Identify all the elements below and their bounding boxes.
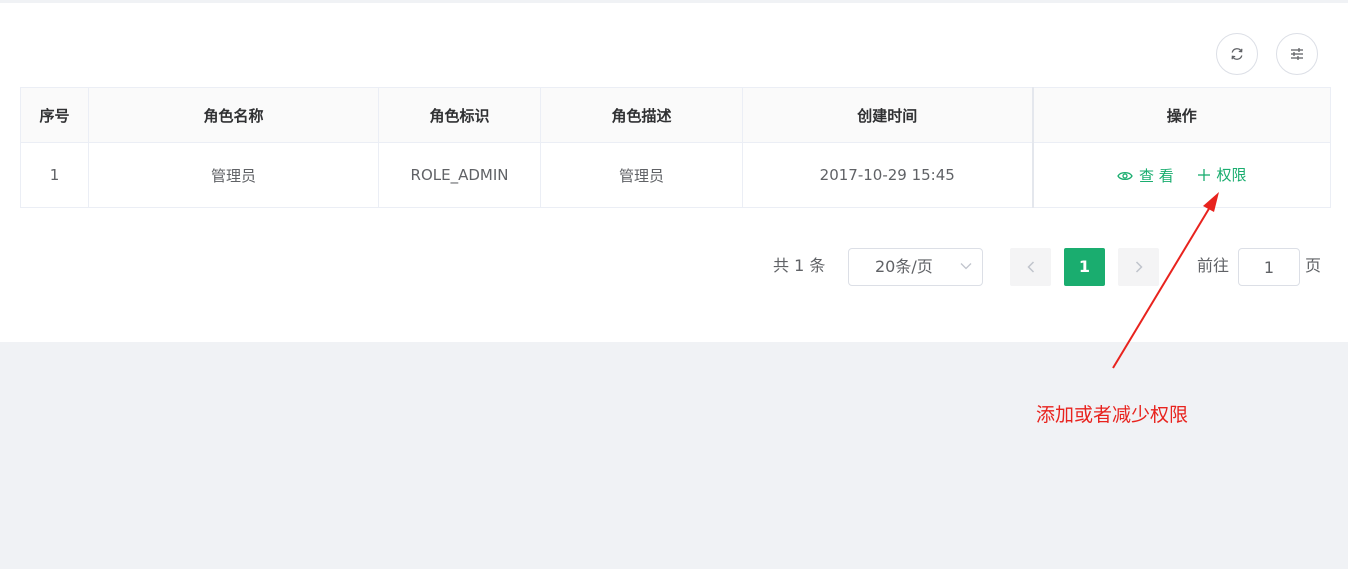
table-header-row: 序号 角色名称 角色标识 角色描述 创建时间 操作 [20, 87, 1331, 143]
view-button[interactable]: 查 看 [1117, 165, 1174, 186]
view-label: 查 看 [1138, 167, 1174, 185]
header-role-name[interactable]: 角色名称 [88, 87, 379, 143]
chevron-down-icon [960, 263, 972, 270]
goto-suffix: 页 [1305, 256, 1322, 275]
header-role-code[interactable]: 角色标识 [378, 87, 541, 143]
permission-label: 权限 [1216, 166, 1247, 184]
roles-table: 序号 角色名称 角色标识 角色描述 创建时间 操作 1 管理员 ROLE_ADM… [20, 87, 1331, 208]
cell-created-time: 2017-10-29 15:45 [742, 142, 1033, 208]
sliders-icon [1291, 48, 1303, 60]
cell-role-code: ROLE_ADMIN [378, 142, 541, 208]
page-number-current[interactable]: 1 [1064, 248, 1105, 286]
header-actions: 操作 [1031, 87, 1331, 143]
table-row: 1 管理员 ROLE_ADMIN 管理员 2017-10-29 15:45 查 … [20, 142, 1331, 208]
annotation-text: 添加或者减少权限 [1036, 404, 1189, 426]
cell-index: 1 [20, 142, 89, 208]
refresh-button[interactable] [1216, 33, 1258, 75]
plus-icon [1197, 168, 1210, 181]
cell-actions: 查 看 权限 [1031, 142, 1331, 208]
next-page-button[interactable] [1118, 248, 1159, 286]
permission-button[interactable]: 权限 [1197, 164, 1247, 185]
chevron-right-icon [1135, 261, 1143, 273]
prev-page-button[interactable] [1010, 248, 1051, 286]
goto-label: 前往 [1197, 256, 1230, 275]
goto-page-input[interactable] [1238, 248, 1300, 286]
chevron-left-icon [1026, 261, 1034, 273]
refresh-icon [1231, 48, 1243, 60]
header-index[interactable]: 序号 [20, 87, 89, 143]
page-size-select[interactable]: 20条/页 [848, 248, 983, 286]
pagination: 共 1 条 20条/页 1 前往 页 [0, 248, 1348, 286]
cell-role-name: 管理员 [88, 142, 379, 208]
page-size-value: 20条/页 [875, 257, 933, 276]
eye-icon [1117, 171, 1133, 180]
header-created-time[interactable]: 创建时间 [742, 87, 1033, 143]
column-filter-button[interactable] [1276, 33, 1318, 75]
cell-role-description: 管理员 [540, 142, 743, 208]
total-count: 共 1 条 [773, 256, 826, 275]
header-role-description[interactable]: 角色描述 [540, 87, 743, 143]
